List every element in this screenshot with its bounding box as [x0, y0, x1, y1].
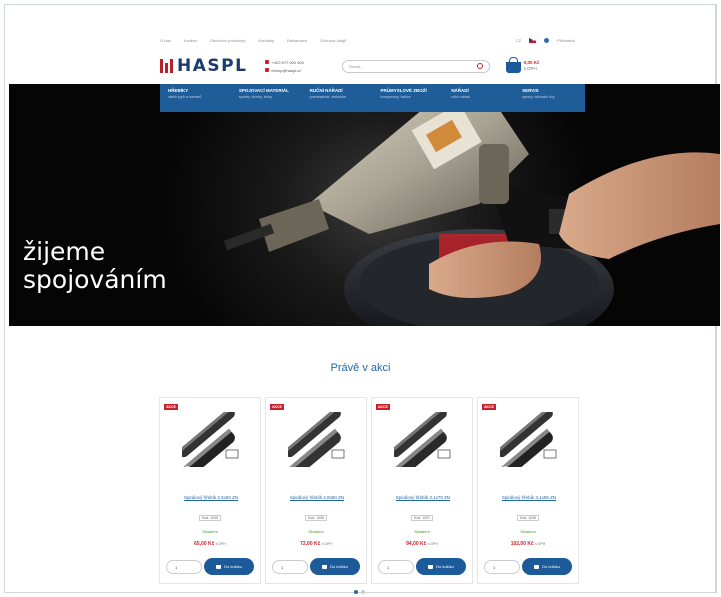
- stock-status: Skladem: [202, 529, 218, 534]
- stock-status: Skladem: [414, 529, 430, 534]
- carousel-dots: [354, 590, 365, 594]
- section-title: Právě v akci: [330, 362, 391, 374]
- product-image[interactable]: [394, 412, 454, 467]
- phone-number[interactable]: +420 577 000 000: [271, 60, 303, 65]
- czech-flag-icon[interactable]: [529, 37, 537, 43]
- product-code: Kód: 1005: [160, 515, 260, 521]
- basket-icon[interactable]: [505, 57, 521, 73]
- sale-badge: AKCE: [270, 404, 284, 410]
- search-icon[interactable]: [476, 63, 483, 69]
- product-name-link[interactable]: Spirálový hřebík 2,5x50 ZN: [166, 494, 256, 501]
- top-links: O nás Kariéra Obchodní podmínky Kontakty…: [160, 38, 346, 43]
- product-card[interactable]: AKCE Spirálový hřebík 3,1x90 ZN Kód: 100…: [477, 397, 579, 584]
- top-link-career[interactable]: Kariéra: [184, 38, 197, 43]
- product-price: 65,00 Kč s DPH: [194, 541, 226, 547]
- quantity-input[interactable]: 1: [166, 560, 202, 574]
- product-carousel: AKCE Spirálový hřebík 2,5x50 ZN Kód: 100…: [159, 397, 579, 584]
- product-price: 72,00 Kč s DPH: [300, 541, 332, 547]
- top-link-privacy[interactable]: Ochrana údajů: [320, 38, 346, 43]
- contact-info: +420 577 000 000 eshop@haspl.cz: [265, 60, 304, 73]
- product-card[interactable]: AKCE Spirálový hřebík 2,8x60 ZN Kód: 100…: [265, 397, 367, 584]
- menu-item-nails[interactable]: HŘEBÍKY všech typů a rozměrů: [160, 84, 231, 112]
- carousel-dot[interactable]: [361, 590, 365, 594]
- mail-icon: [265, 68, 270, 72]
- brand-name: HASPL: [177, 55, 248, 76]
- product-name-link[interactable]: Spirálový hřebík 3,1x70 ZN: [378, 494, 468, 501]
- search-placeholder: Hledat...: [348, 63, 364, 69]
- product-code: Kód: 1008: [478, 515, 578, 521]
- product-image[interactable]: [288, 412, 348, 467]
- hero-banner: HŘEBÍKY všech typů a rozměrů SPOJOVACÍ MA…: [9, 84, 720, 326]
- stock-status: Skladem: [308, 529, 324, 534]
- top-link-complaints[interactable]: Reklamace: [287, 38, 307, 43]
- logo-mark-icon: [160, 59, 173, 73]
- menu-item-hand-tools[interactable]: RUČNÍ NÁŘADÍ pneumatické, elektrické: [302, 84, 373, 112]
- product-price: 102,00 Kč s DPH: [510, 541, 546, 547]
- language-selector[interactable]: CZ: [516, 38, 521, 43]
- top-utility-bar: O nás Kariéra Obchodní podmínky Kontakty…: [160, 35, 575, 45]
- stock-status: Skladem: [520, 529, 536, 534]
- product-price: 94,00 Kč s DPH: [406, 541, 438, 547]
- email-address[interactable]: eshop@haspl.cz: [271, 68, 301, 73]
- top-link-about[interactable]: O nás: [160, 38, 171, 43]
- add-to-cart-button[interactable]: Do košíku: [416, 558, 466, 575]
- search-input[interactable]: Hledat...: [341, 59, 490, 73]
- cart-icon: [322, 564, 328, 569]
- cart-vat-note: s DPH: [523, 66, 537, 71]
- cart-icon: [428, 564, 434, 569]
- product-name-link[interactable]: Spirálový hřebík 2,8x60 ZN: [272, 494, 362, 501]
- sale-badge: AKCE: [482, 404, 496, 410]
- cart-icon: [534, 564, 540, 569]
- add-to-cart-button[interactable]: Do košíku: [204, 558, 254, 575]
- product-image[interactable]: [500, 412, 560, 467]
- product-code: Kód: 1006: [266, 515, 366, 521]
- product-code: Kód: 1007: [372, 515, 472, 521]
- main-menu: HŘEBÍKY všech typů a rozměrů SPOJOVACÍ MA…: [160, 84, 585, 112]
- login-link[interactable]: Přihlášení: [557, 38, 575, 43]
- top-link-terms[interactable]: Obchodní podmínky: [210, 38, 246, 43]
- cart-icon: [216, 564, 222, 569]
- logo[interactable]: HASPL: [160, 54, 247, 78]
- add-to-cart-button[interactable]: Do košíku: [522, 558, 572, 575]
- menu-item-tools[interactable]: NÁŘADÍ ruční nářadí: [443, 84, 514, 112]
- product-name-link[interactable]: Spirálový hřebík 3,1x90 ZN: [484, 494, 574, 501]
- sale-badge: AKCE: [376, 404, 390, 410]
- product-card[interactable]: AKCE Spirálový hřebík 2,5x50 ZN Kód: 100…: [159, 397, 261, 584]
- user-icon: [544, 37, 550, 43]
- phone-icon: [265, 60, 270, 64]
- quantity-input[interactable]: 1: [272, 560, 308, 574]
- cart-widget[interactable]: 0,00 Kč s DPH: [505, 57, 540, 73]
- quantity-input[interactable]: 1: [378, 560, 414, 574]
- add-to-cart-button[interactable]: Do košíku: [310, 558, 360, 575]
- carousel-dot-active[interactable]: [354, 590, 358, 594]
- product-image[interactable]: [182, 412, 242, 467]
- site-header: HASPL +420 577 000 000 eshop@haspl.cz Hl…: [160, 50, 580, 82]
- menu-item-service[interactable]: SERVIS opravy, náhradní díly: [514, 84, 585, 112]
- menu-item-industrial[interactable]: PRŮMYSLOVÉ ZBOŽÍ kompresory, hadice: [372, 84, 443, 112]
- menu-item-fasteners[interactable]: SPOJOVACÍ MATERIÁL sponky, šrouby, kotvy: [231, 84, 302, 112]
- sale-badge: AKCE: [164, 404, 178, 410]
- top-link-contacts[interactable]: Kontakty: [258, 38, 274, 43]
- quantity-input[interactable]: 1: [484, 560, 520, 574]
- hero-slogan: žijeme spojováním: [23, 237, 167, 294]
- product-card[interactable]: AKCE Spirálový hřebík 3,1x70 ZN Kód: 100…: [371, 397, 473, 584]
